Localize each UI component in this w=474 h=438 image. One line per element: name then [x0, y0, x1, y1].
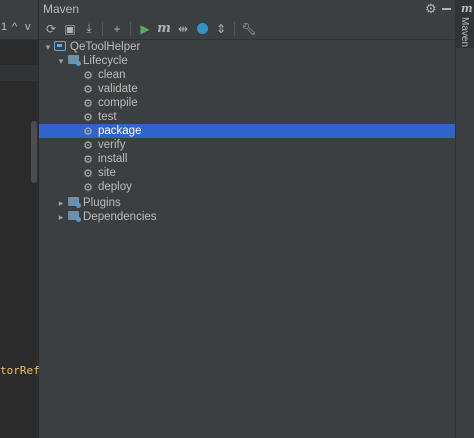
maven-tool-window: Maven ⚙ ⟳ ▣ ⤓ + ▶ m ⇹ ⇕ 🔧︎ ▾ QeToolHelpe… [39, 0, 455, 438]
wrench-icon[interactable]: 🔧︎ [240, 20, 258, 38]
occurrence-count: 1 [1, 21, 8, 33]
expand-arrow-icon[interactable]: ▾ [43, 42, 53, 53]
editor-scrollbar[interactable] [31, 121, 37, 183]
expand-arrow-icon[interactable]: ▾ [56, 56, 66, 67]
gear-icon: ⚙ [83, 69, 93, 82]
reload-icon[interactable]: ⟳ [42, 20, 60, 38]
collapse-arrow-icon[interactable]: ▸ [56, 198, 66, 209]
add-project-icon[interactable]: ▣ [61, 20, 79, 38]
maven-stripe-label: Maven [459, 17, 470, 48]
gear-icon: ⚙ [83, 153, 93, 166]
toolbar-separator [130, 21, 131, 36]
goal-label: compile [98, 97, 138, 109]
tree-project-node[interactable]: ▾ QeToolHelper [39, 40, 455, 54]
tree-dependencies-node[interactable]: ▸ Dependencies [39, 210, 455, 224]
project-label: QeToolHelper [70, 41, 141, 53]
folder-icon [66, 197, 81, 209]
goal-label: clean [98, 69, 126, 81]
add-icon[interactable]: + [108, 20, 126, 38]
toolbar-separator [102, 21, 103, 36]
goal-label: verify [98, 139, 126, 151]
download-icon[interactable]: ⤓ [80, 20, 98, 38]
collapse-all-icon[interactable]: ⇕ [212, 20, 230, 38]
gear-icon: ⚙ [83, 167, 93, 180]
goal-label: site [98, 167, 116, 179]
maven-stripe-tab[interactable]: m Maven [456, 0, 474, 48]
goal-site[interactable]: ⚙ site [39, 166, 455, 180]
goal-validate[interactable]: ⚙ validate [39, 82, 455, 96]
maven-project-icon [53, 40, 67, 54]
goal-label: deploy [98, 181, 132, 193]
gear-icon[interactable]: ⚙ [425, 1, 437, 17]
goal-verify[interactable]: ⚙ verify [39, 138, 455, 152]
previous-occurrence-icon[interactable]: ^ [12, 21, 17, 33]
right-tool-stripe: m Maven [455, 0, 474, 438]
plugins-label: Plugins [83, 197, 121, 209]
skip-tests-icon[interactable] [193, 20, 211, 38]
editor-area: 1 ^ v torRef> [0, 0, 46, 438]
tree-lifecycle-node[interactable]: ▾ Lifecycle [39, 54, 455, 68]
goal-package[interactable]: ⚙ package [39, 124, 455, 138]
next-occurrence-icon[interactable]: v [25, 21, 31, 33]
execute-goal-icon[interactable]: m [155, 20, 173, 38]
goal-compile[interactable]: ⚙ compile [39, 96, 455, 110]
maven-header: Maven ⚙ [39, 0, 455, 18]
editor-top-bar: 1 ^ v [0, 0, 38, 40]
goal-label: package [98, 125, 142, 137]
goal-clean[interactable]: ⚙ clean [39, 68, 455, 82]
gear-icon: ⚙ [83, 181, 93, 194]
folder-icon [66, 211, 81, 223]
editor-gutter-band [0, 65, 38, 81]
goal-install[interactable]: ⚙ install [39, 152, 455, 166]
gear-icon: ⚙ [83, 125, 93, 138]
maven-icon: m [461, 2, 473, 15]
lifecycle-label: Lifecycle [83, 55, 128, 67]
collapse-arrow-icon[interactable]: ▸ [56, 212, 66, 223]
gear-icon: ⚙ [83, 111, 93, 124]
gear-icon: ⚙ [83, 139, 93, 152]
minimize-icon[interactable] [441, 0, 451, 18]
goal-label: test [98, 111, 117, 123]
maven-toolbar: ⟳ ▣ ⤓ + ▶ m ⇹ ⇕ 🔧︎ [39, 18, 455, 40]
folder-icon [66, 55, 81, 67]
tree-plugins-node[interactable]: ▸ Plugins [39, 196, 455, 210]
gear-icon: ⚙ [83, 83, 93, 96]
goal-test[interactable]: ⚙ test [39, 110, 455, 124]
toolbar-separator [234, 21, 235, 36]
goal-deploy[interactable]: ⚙ deploy [39, 180, 455, 194]
gear-icon: ⚙ [83, 97, 93, 110]
toggle-offline-icon[interactable]: ⇹ [174, 20, 192, 38]
maven-title: Maven [43, 2, 80, 16]
run-icon[interactable]: ▶ [136, 20, 154, 38]
dependencies-label: Dependencies [83, 211, 157, 223]
goal-label: install [98, 153, 128, 165]
goal-label: validate [98, 83, 138, 95]
